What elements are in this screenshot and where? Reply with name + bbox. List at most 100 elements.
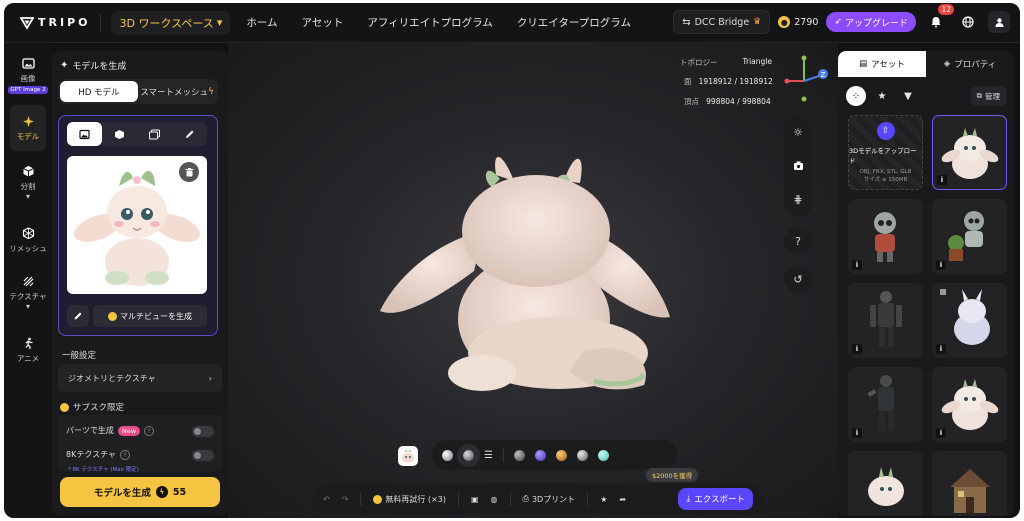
redo-icon[interactable]: ↷ bbox=[342, 495, 349, 504]
print-button[interactable]: ⎙ 3Dプリント bbox=[523, 494, 576, 505]
help-icon[interactable]: ? bbox=[120, 449, 131, 460]
pencil-icon bbox=[186, 130, 194, 138]
info-icon[interactable]: i bbox=[936, 260, 946, 270]
asset-panel: ▤ アセット ◈ プロパティ ⁘ ★ ▼ ⧉ 管理 ⇧ 3Dモデルをアップロード… bbox=[838, 51, 1014, 516]
filter-button[interactable]: ▼ bbox=[898, 86, 918, 106]
notifications-button[interactable]: 12 bbox=[924, 4, 954, 34]
bunny-thumbnail-icon bbox=[402, 449, 414, 463]
8k-toggle[interactable] bbox=[192, 450, 214, 461]
caret-down-icon: ▾ bbox=[25, 302, 30, 311]
reward-tooltip[interactable]: $2000を獲得 bbox=[646, 468, 699, 482]
filter-icon: ▼ bbox=[904, 90, 912, 102]
rail-item-texture[interactable]: テクスチャ ▾ bbox=[4, 275, 52, 311]
asset-tile[interactable]: i bbox=[848, 367, 923, 442]
tab-3d-input[interactable] bbox=[102, 122, 137, 146]
mode-smart-mesh[interactable]: スマートメッシュ ϟ bbox=[138, 81, 216, 102]
nav-assets[interactable]: アセット bbox=[302, 15, 344, 30]
axis-gizmo[interactable]: Z bbox=[782, 51, 830, 103]
asset-tile[interactable]: i bbox=[932, 115, 1007, 190]
generate-model-button[interactable]: モデルを生成 ϟ 55 bbox=[60, 477, 220, 507]
info-icon[interactable]: i bbox=[852, 428, 862, 438]
bunny-partial-asset-thumbnail bbox=[868, 467, 904, 506]
rail-item-remesh[interactable]: リメッシュ bbox=[4, 227, 52, 254]
material-normal[interactable] bbox=[534, 449, 546, 461]
asset-tile[interactable]: i bbox=[848, 283, 923, 358]
rail-item-model[interactable]: モデル bbox=[10, 105, 46, 151]
nav-creator[interactable]: クリエイタープログラム bbox=[517, 15, 631, 30]
rail-item-segment[interactable]: 分割 ▾ bbox=[4, 165, 52, 201]
material-bar: ☰ bbox=[432, 440, 678, 470]
logo[interactable]: TRIPO bbox=[20, 16, 90, 30]
nav-home[interactable]: ホーム bbox=[246, 15, 277, 30]
grid-settings-icon[interactable]: ⋕ bbox=[793, 193, 802, 206]
star-icon[interactable]: ★ bbox=[600, 495, 607, 504]
undo-icon[interactable]: ↶ bbox=[323, 495, 330, 504]
3d-viewport[interactable]: トポロジー Triangle 面 1918912 / 1918912 頂点 99… bbox=[228, 43, 838, 518]
asset-tile[interactable]: i bbox=[932, 199, 1007, 274]
info-icon[interactable]: i bbox=[936, 344, 946, 354]
coin-icon bbox=[373, 494, 383, 504]
rail-item-image[interactable]: 画像 GPT Image 2 bbox=[4, 57, 52, 94]
tab-assets[interactable]: ▤ アセット bbox=[838, 51, 926, 77]
asset-tile[interactable]: i bbox=[932, 367, 1007, 442]
generate-label: モデルを生成 bbox=[93, 488, 151, 499]
material-glass[interactable] bbox=[597, 449, 609, 461]
asset-tile[interactable] bbox=[848, 451, 923, 516]
generate-multiview-button[interactable]: マルチビューを生成 bbox=[93, 305, 207, 327]
manage-button[interactable]: ⧉ 管理 bbox=[970, 86, 1006, 106]
8k-option: 8Kテクスチャ ? bbox=[66, 449, 131, 460]
help-button[interactable]: ? bbox=[784, 227, 812, 255]
asset-tile[interactable] bbox=[932, 451, 1007, 516]
dcc-bridge-button[interactable]: ⇆ DCC Bridge ♛ bbox=[673, 10, 771, 34]
geometry-texture-row[interactable]: ジオメトリとテクスチャ › bbox=[58, 364, 222, 392]
share-icon[interactable]: ➦ bbox=[619, 495, 626, 504]
bunny-3d-model[interactable] bbox=[374, 141, 674, 401]
credits-display[interactable]: ● 2790 bbox=[778, 16, 818, 28]
upgrade-button[interactable]: ➶ アップグレード bbox=[826, 12, 916, 32]
history-button[interactable]: ↺ bbox=[784, 265, 812, 293]
tab-draw[interactable] bbox=[172, 122, 207, 146]
star-icon: ★ bbox=[877, 90, 887, 102]
rail-label: アニメ bbox=[16, 354, 40, 363]
info-icon[interactable]: i bbox=[852, 260, 862, 270]
asset-tile[interactable]: i bbox=[932, 283, 1007, 358]
parts-toggle[interactable] bbox=[192, 426, 214, 437]
faces-value: 1918912 / 1918912 bbox=[698, 77, 773, 86]
pencil-icon bbox=[74, 312, 82, 320]
filter-favorites[interactable]: ★ bbox=[872, 86, 892, 106]
planet-icon[interactable]: ◍ bbox=[491, 495, 498, 504]
info-icon[interactable]: i bbox=[936, 428, 946, 438]
tab-multi-image[interactable] bbox=[137, 122, 172, 146]
nav-affiliate[interactable]: アフィリエイトプログラム bbox=[367, 15, 492, 30]
export-button[interactable]: ⤓ エクスポート bbox=[678, 488, 753, 510]
material-base[interactable] bbox=[457, 443, 480, 467]
delete-image-button[interactable] bbox=[179, 162, 199, 182]
info-icon[interactable]: i bbox=[937, 175, 947, 185]
help-icon[interactable]: ? bbox=[144, 425, 155, 436]
asset-filters: ⁘ ★ ▼ bbox=[846, 86, 918, 106]
reference-thumbnail[interactable] bbox=[398, 446, 418, 466]
tab-single-image[interactable] bbox=[67, 122, 102, 146]
edit-image-button[interactable] bbox=[67, 305, 89, 327]
rail-item-animate[interactable]: アニメ bbox=[4, 337, 52, 364]
info-icon[interactable]: i bbox=[852, 344, 862, 354]
tab-properties[interactable]: ◈ プロパティ bbox=[926, 51, 1014, 77]
material-matcap[interactable] bbox=[442, 449, 453, 461]
sliders-icon[interactable]: ☰ bbox=[484, 450, 493, 461]
filter-all[interactable]: ⁘ bbox=[846, 86, 866, 106]
material-metal[interactable] bbox=[576, 449, 588, 461]
gift-icon[interactable]: ▣ bbox=[471, 495, 479, 504]
light-icon[interactable]: ☼ bbox=[793, 126, 803, 139]
material-clay[interactable] bbox=[513, 449, 525, 461]
retry-button[interactable]: 無料再試行 (×3) bbox=[373, 494, 446, 505]
mode-hd-model[interactable]: HD モデル bbox=[60, 81, 138, 102]
topology-value: Triangle bbox=[742, 57, 772, 66]
camera-icon[interactable] bbox=[793, 160, 804, 171]
upload-model-tile[interactable]: ⇧ 3Dモデルをアップロード OBJ, FBX, STL, GLB サイズ ≤ … bbox=[848, 115, 923, 190]
language-button[interactable] bbox=[956, 10, 980, 34]
asset-tile[interactable]: i bbox=[848, 199, 923, 274]
material-gold[interactable] bbox=[555, 449, 567, 461]
geometry-texture-label: ジオメトリとテクスチャ bbox=[68, 373, 156, 383]
workspace-dropdown[interactable]: 3D ワークスペース ▾ bbox=[111, 10, 231, 35]
account-button[interactable] bbox=[988, 11, 1010, 33]
